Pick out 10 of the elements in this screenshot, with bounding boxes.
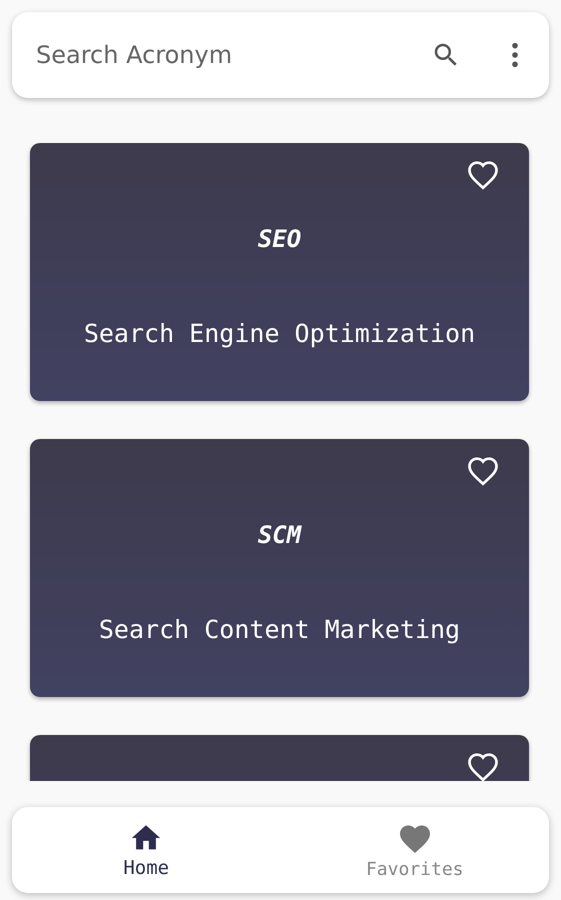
acronym-meaning: Search Content Marketing [98, 615, 460, 644]
nav-tab[interactable]: Favorites [280, 807, 549, 893]
acronym-meaning: Search Engine Optimization [84, 319, 476, 348]
acronym-text: SCM [258, 521, 302, 549]
search-field[interactable]: Search Acronym [12, 12, 549, 98]
more-icon[interactable] [511, 41, 519, 69]
acronym-text: SEO [258, 225, 302, 253]
nav-tab[interactable]: Home [12, 807, 280, 893]
acronym-card[interactable]: SCM Search Content Marketing [30, 439, 529, 697]
acronym-card[interactable]: SEO Search Engine Optimization [30, 143, 529, 401]
